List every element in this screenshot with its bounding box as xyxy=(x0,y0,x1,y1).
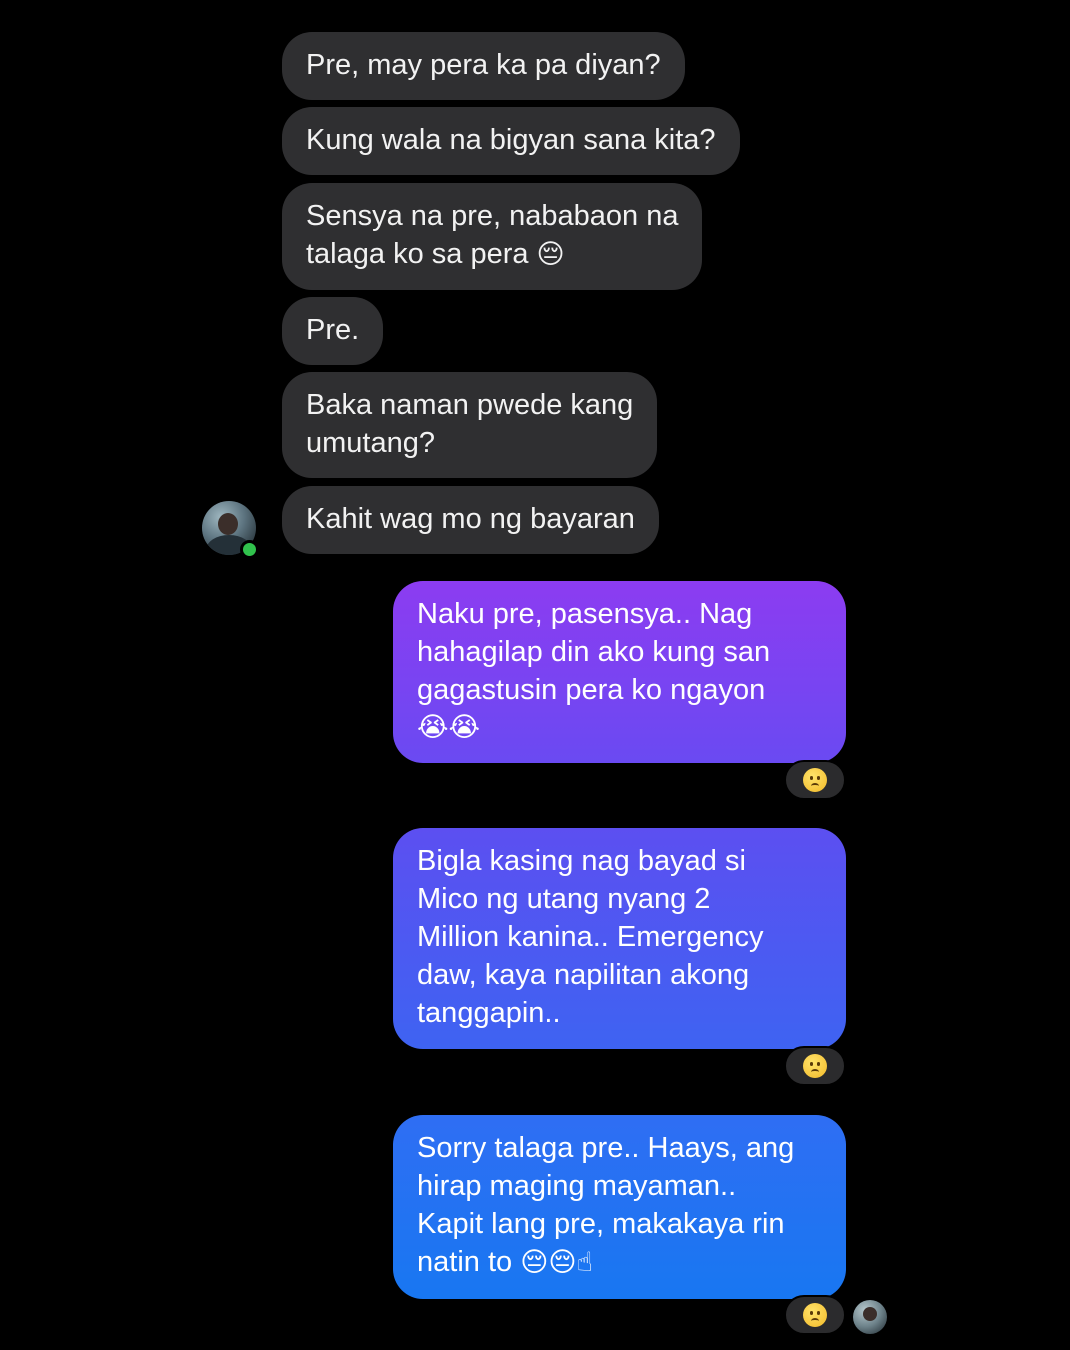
incoming-message[interactable]: Sensya na pre, nababaon na talaga ko sa … xyxy=(282,183,703,290)
crying-face-emoji: 😭😭 xyxy=(417,712,481,743)
message-text-line: tanggapin.. xyxy=(417,997,561,1029)
message-text-line: Bigla kasing nag bayad si xyxy=(417,845,746,877)
pensive-face-emoji: 😔 xyxy=(536,239,565,270)
incoming-message[interactable]: Pre. xyxy=(282,297,384,365)
outgoing-message[interactable]: Sorry talaga pre.. Haays, ang hirap magi… xyxy=(393,1115,846,1299)
message-text-line: Mico ng utang nyang 2 xyxy=(417,883,711,915)
seen-avatar xyxy=(853,1300,887,1334)
message-text-line: Baka naman pwede kang xyxy=(306,389,634,421)
message-text-line: talaga ko sa pera 😔 xyxy=(306,235,678,274)
message-text: Pre. xyxy=(306,314,360,346)
message-text: Kahit wag mo ng bayaran xyxy=(306,503,635,535)
message-text-line: daw, kaya napilitan akong xyxy=(417,959,750,991)
sad-face-icon xyxy=(803,768,827,792)
online-status-icon xyxy=(240,540,259,559)
message-text-line: hirap maging mayaman.. xyxy=(417,1170,737,1202)
message-text-line: Kapit lang pre, makakaya rin xyxy=(417,1208,785,1240)
avatar-head xyxy=(863,1307,877,1321)
sad-reaction-badge[interactable] xyxy=(784,1046,846,1086)
outgoing-message[interactable]: Bigla kasing nag bayad si Mico ng utang … xyxy=(393,828,846,1049)
incoming-message[interactable]: Pre, may pera ka pa diyan? xyxy=(282,32,685,100)
outgoing-message[interactable]: Naku pre, pasensya.. Nag hahagilap din a… xyxy=(393,581,846,763)
pensive-and-pointing-emoji: 😔😔☝ xyxy=(520,1247,593,1278)
message-text: Kung wala na bigyan sana kita? xyxy=(306,124,716,156)
sad-reaction-badge[interactable] xyxy=(784,760,846,800)
message-text-line: Sorry talaga pre.. Haays, ang xyxy=(417,1132,795,1164)
incoming-message[interactable]: Baka naman pwede kang umutang? xyxy=(282,372,658,478)
message-text-line: gagastusin pera ko ngayon xyxy=(417,674,766,706)
message-thread: Pre, may pera ka pa diyan? Kung wala na … xyxy=(0,0,1070,1350)
sad-face-icon xyxy=(803,1303,827,1327)
message-text-line: umutang? xyxy=(306,427,435,459)
message-text-line: Naku pre, pasensya.. Nag xyxy=(417,598,753,630)
message-text: talaga ko sa pera xyxy=(306,238,529,270)
message-text: Pre, may pera ka pa diyan? xyxy=(306,49,661,81)
message-text-line: hahagilap din ako kung san xyxy=(417,636,771,668)
avatar-head xyxy=(218,513,238,535)
message-text: natin to xyxy=(417,1246,513,1278)
message-text-line: Million kanina.. Emergency xyxy=(417,921,764,953)
message-text-line: Sensya na pre, nababaon na xyxy=(306,200,679,232)
sad-reaction-badge[interactable] xyxy=(784,1295,846,1335)
incoming-message[interactable]: Kung wala na bigyan sana kita? xyxy=(282,107,740,175)
sad-face-icon xyxy=(803,1054,827,1078)
message-text-line: natin to 😔😔☝ xyxy=(417,1243,822,1282)
incoming-message[interactable]: Kahit wag mo ng bayaran xyxy=(282,486,659,554)
